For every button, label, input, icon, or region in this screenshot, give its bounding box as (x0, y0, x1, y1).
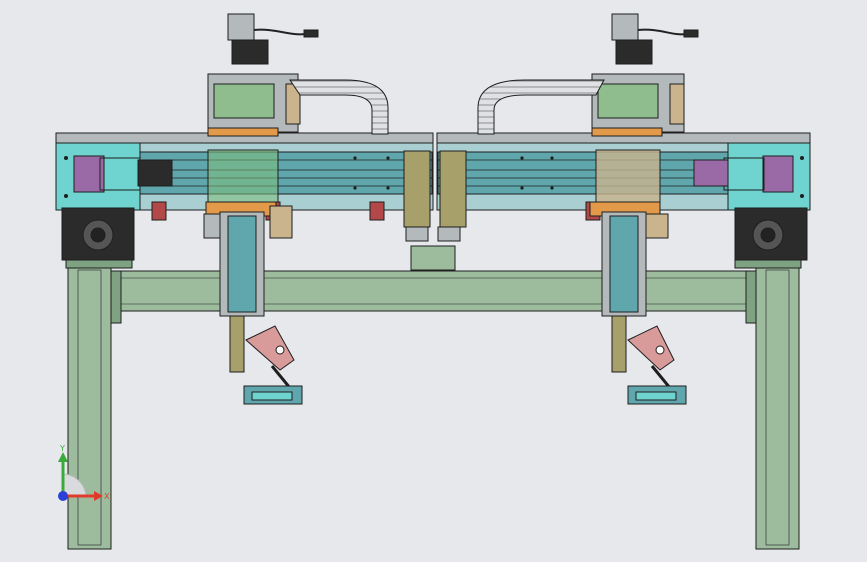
right-gearbox (734, 207, 808, 261)
y-axis-label: Y (59, 444, 65, 453)
left-gearbox (61, 207, 135, 261)
right-leg (755, 261, 800, 550)
left-leg (67, 261, 112, 550)
cross-beam (110, 270, 757, 312)
z-axis-dot (58, 491, 68, 501)
cad-viewport[interactable]: Y X (0, 0, 867, 562)
left-servo-motor (227, 13, 255, 41)
center-bracket (410, 245, 456, 271)
right-servo-motor (611, 13, 639, 41)
x-axis-label: X (104, 492, 110, 501)
